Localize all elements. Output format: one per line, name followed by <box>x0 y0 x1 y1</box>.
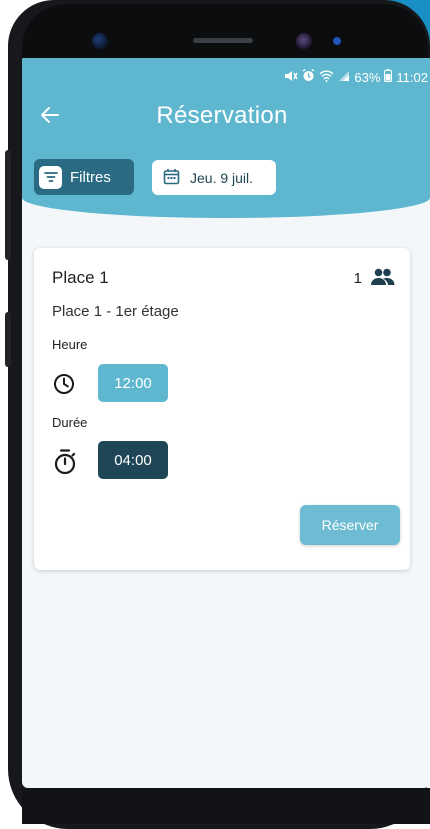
status-bar: 63% 11:02 <box>284 66 430 88</box>
place-title: Place 1 <box>52 268 109 287</box>
people-icon <box>370 268 396 289</box>
iris-sensor <box>296 33 312 49</box>
calendar-icon <box>163 168 180 188</box>
capacity-count: 1 <box>353 270 362 287</box>
duration-chip[interactable]: 04:00 <box>98 441 168 479</box>
arrow-left-icon[interactable] <box>38 103 62 127</box>
wifi-icon <box>319 70 334 85</box>
date-picker-button[interactable]: Jeu. 9 juil. <box>152 160 276 195</box>
battery-percent: 63% <box>354 69 381 85</box>
volume-button <box>5 150 11 260</box>
filters-button[interactable]: Filtres <box>34 159 134 195</box>
reserve-button[interactable]: Réserver <box>300 505 400 545</box>
clock-icon <box>53 373 75 395</box>
duration-label: Durée <box>52 415 88 430</box>
time-chip[interactable]: 12:00 <box>98 364 168 402</box>
bixby-button <box>5 312 11 367</box>
filters-label: Filtres <box>70 168 111 186</box>
front-camera <box>92 33 108 49</box>
earpiece-speaker <box>193 38 253 43</box>
place-card: Place 1 1 Place 1 - 1er étage Heure 12:0… <box>34 248 410 570</box>
battery-icon <box>384 69 393 85</box>
app-screen: 63% 11:02 Réservation Filtres Jeu. 9 jui… <box>22 58 430 788</box>
capacity: 1 <box>354 268 396 289</box>
status-time: 11:02 <box>396 69 428 85</box>
proximity-sensor <box>333 37 341 45</box>
filter-icon <box>39 165 62 189</box>
place-subtitle: Place 1 - 1er étage <box>52 303 179 320</box>
signal-icon <box>338 70 350 85</box>
mute-icon <box>284 70 299 85</box>
timer-icon <box>53 449 77 475</box>
bottom-bezel <box>22 788 430 824</box>
time-label: Heure <box>52 337 88 352</box>
date-label: Jeu. 9 juil. <box>190 169 254 186</box>
page-title: Réservation <box>156 102 288 129</box>
alarm-icon <box>302 68 315 85</box>
